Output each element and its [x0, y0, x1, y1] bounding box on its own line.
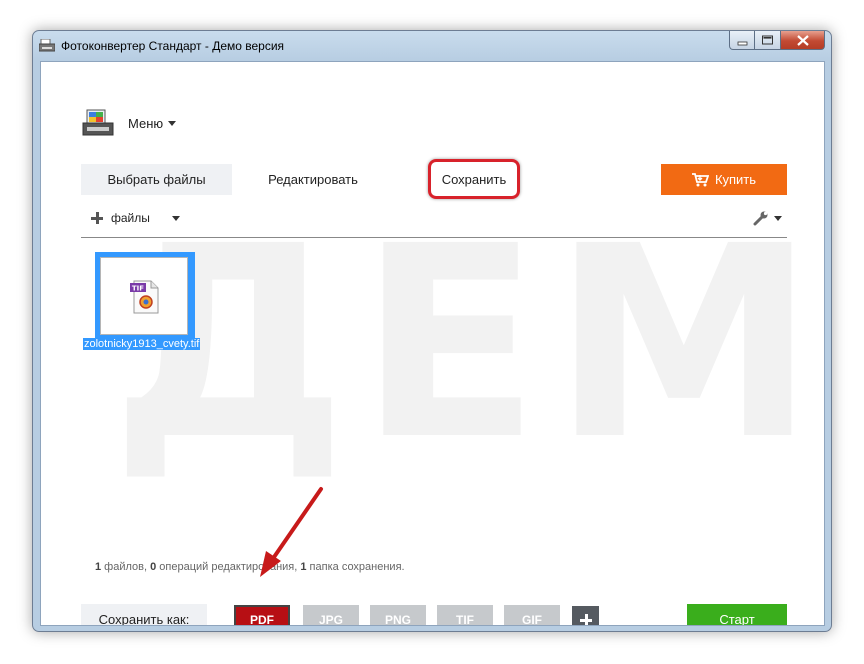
files-label: файлы [111, 211, 150, 225]
chevron-down-icon [168, 120, 177, 126]
maximize-icon [762, 35, 773, 45]
file-item-selected[interactable]: TIF [95, 252, 195, 340]
app-title-icon [39, 39, 55, 52]
photoconverter-icon [82, 109, 114, 136]
files-text: файлов, [101, 561, 151, 573]
wrench-icon [753, 211, 768, 226]
format-jpg-button[interactable]: JPG [303, 605, 359, 625]
client-area: ДЕМО Меню Выбрать файлы Редактировать Со… [40, 61, 825, 626]
buy-button[interactable]: Купить [661, 164, 787, 195]
minimize-button[interactable] [729, 31, 755, 50]
ops-text: операций редактирования, [156, 561, 301, 573]
status-bar: 1 файлов, 0 операций редактирования, 1 п… [95, 561, 405, 573]
start-button[interactable]: Старт [687, 604, 787, 625]
file-name: zolotnicky1913_cvety.tif [83, 338, 201, 350]
format-tif-button[interactable]: TIF [437, 605, 493, 625]
plus-icon [91, 212, 103, 224]
app-window: Фотоконвертер Стандарт - Демо версия ДЕМ… [32, 30, 832, 632]
format-gif-button[interactable]: GIF [504, 605, 560, 625]
tif-file-icon: TIF [130, 280, 159, 314]
close-button[interactable] [781, 31, 825, 50]
settings-button[interactable] [753, 210, 782, 226]
main-menu[interactable]: Меню [81, 108, 177, 138]
window-title: Фотоконвертер Стандарт - Демо версия [61, 39, 285, 53]
add-format-button[interactable] [572, 606, 599, 625]
menu-label: Меню [128, 115, 164, 131]
buy-label: Купить [714, 172, 757, 187]
chevron-down-icon [774, 215, 782, 221]
folders-text: папка сохранения. [306, 561, 405, 573]
save-as-label: Сохранить как: [81, 604, 207, 625]
toolbar-divider [81, 237, 787, 238]
minimize-icon [737, 41, 748, 46]
format-png-button[interactable]: PNG [370, 605, 426, 625]
maximize-button[interactable] [755, 31, 781, 50]
file-thumbnail: TIF [100, 257, 188, 335]
tab-select-files[interactable]: Выбрать файлы [81, 164, 232, 195]
close-icon [797, 35, 809, 46]
tif-badge: TIF [132, 285, 144, 293]
demo-watermark: ДЕМО [111, 190, 825, 498]
window-controls [729, 31, 825, 51]
cart-icon [691, 172, 709, 186]
chevron-down-icon [171, 215, 180, 221]
plus-icon [579, 613, 592, 625]
tab-save[interactable]: Сохранить [428, 159, 520, 199]
title-bar: Фотоконвертер Стандарт - Демо версия [33, 31, 831, 61]
add-files-button[interactable]: файлы [91, 211, 180, 225]
tab-edit[interactable]: Редактировать [253, 164, 373, 195]
format-pdf-button[interactable]: PDF [234, 605, 290, 625]
